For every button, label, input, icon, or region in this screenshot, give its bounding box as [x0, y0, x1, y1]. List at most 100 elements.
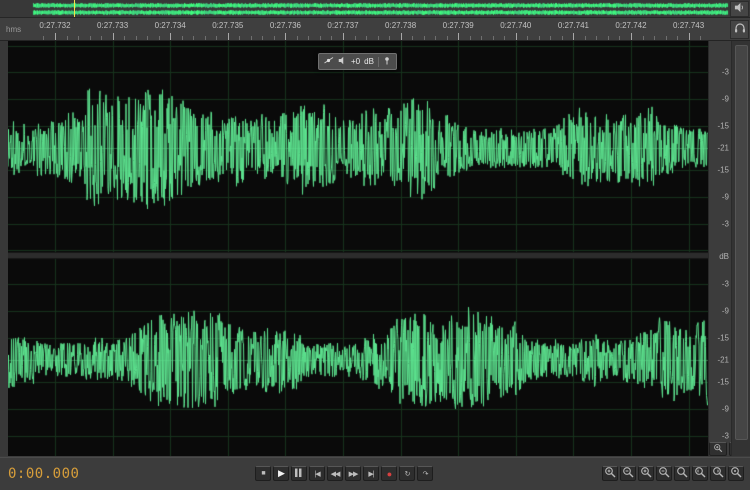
ruler-tick-mark: [216, 36, 217, 40]
status-bar: 0:00.000 ■ ▶ ▌▌ |◀ ◀◀ ▶▶ ▶| ● ↻ ↷: [0, 457, 750, 490]
ruler-tick-mark: [493, 36, 494, 40]
pause-icon: ▌▌: [295, 470, 303, 477]
ruler-tick-mark: [308, 36, 309, 40]
vertical-scrollbar-thumb[interactable]: [735, 45, 748, 440]
ruler-tick-mark: [136, 36, 137, 40]
hud-divider: [378, 57, 379, 67]
skip-selection-button[interactable]: ↷: [417, 466, 433, 481]
rewind-icon: ◀◀: [331, 470, 340, 478]
play-button[interactable]: ▶: [273, 466, 289, 481]
loop-playback-button[interactable]: ↻: [399, 466, 415, 481]
zoom-out-amplitude-button[interactable]: [656, 466, 672, 481]
go-to-start-icon: |◀: [314, 470, 319, 478]
magnifier-icon: [730, 465, 743, 483]
skip-selection-icon: ↷: [423, 470, 428, 478]
ruler-tick-mark: [585, 36, 586, 40]
fast-forward-icon: ▶▶: [349, 470, 358, 478]
transport-controls: ■ ▶ ▌▌ |◀ ◀◀ ▶▶ ▶| ● ↻ ↷: [255, 466, 433, 481]
ruler-tick-mark: [124, 36, 125, 40]
db-scale-label: -15: [717, 378, 729, 387]
speaker-icon: [734, 0, 745, 18]
ruler-tick-mark: [654, 36, 655, 40]
db-scale-label: -15: [717, 166, 729, 175]
ruler-tick-label: 0:27.732: [39, 21, 70, 30]
zoom-out-time-button[interactable]: [620, 466, 636, 481]
ruler-tick-mark: [458, 33, 459, 40]
pin-hud-icon[interactable]: [383, 56, 391, 67]
ruler-tick-mark: [378, 36, 379, 40]
ruler-tick-mark: [182, 36, 183, 40]
fader-icon: [324, 56, 334, 67]
ruler-tick-mark: [412, 36, 413, 40]
ruler-tick-mark: [666, 36, 667, 40]
fast-forward-button[interactable]: ▶▶: [345, 466, 361, 481]
go-to-end-button[interactable]: ▶|: [363, 466, 379, 481]
db-scale-label: -3: [722, 68, 729, 77]
amplitude-zoom-in-button[interactable]: [709, 442, 727, 456]
monitor-button[interactable]: [730, 20, 749, 39]
db-scale-label: -15: [717, 122, 729, 131]
record-button[interactable]: ●: [381, 466, 397, 481]
ruler-tick-mark: [389, 36, 390, 40]
ruler-tick-mark: [274, 36, 275, 40]
ruler-tick-label: 0:27.741: [558, 21, 589, 30]
ruler-tick-mark: [504, 36, 505, 40]
zoom-controls: [602, 466, 744, 481]
play-icon: ▶: [278, 468, 284, 479]
ruler-tick-mark: [401, 33, 402, 40]
ruler-tick-mark: [228, 33, 229, 40]
ruler-tick-mark: [573, 33, 574, 40]
ruler-tick-mark: [251, 36, 252, 40]
ruler-tick-label: 0:27.739: [443, 21, 474, 30]
ruler-tick-mark: [643, 36, 644, 40]
output-button[interactable]: [730, 1, 749, 17]
db-scale-label: -3: [722, 280, 729, 289]
magnifier-icon: [604, 465, 617, 483]
stop-button[interactable]: ■: [255, 466, 271, 481]
zoom-full-button[interactable]: [728, 466, 744, 481]
gain-unit: dB: [364, 57, 374, 66]
zoom-in-point-button[interactable]: [692, 466, 708, 481]
record-icon: ●: [387, 469, 391, 479]
ruler-tick-mark: [285, 33, 286, 40]
ruler-tick-mark: [527, 36, 528, 40]
overview-navigator[interactable]: [0, 0, 750, 18]
gain-hud[interactable]: +0 dB: [318, 53, 397, 70]
playhead-marker[interactable]: [74, 0, 75, 17]
zoom-in-time-button[interactable]: [602, 466, 618, 481]
ruler-tick-mark: [170, 33, 171, 40]
ruler-tick-mark: [631, 33, 632, 40]
ruler-tick-mark: [516, 33, 517, 40]
time-display[interactable]: 0:00.000: [8, 466, 79, 482]
magnifier-icon: [676, 465, 689, 483]
amplitude-unit-label: dB: [719, 252, 729, 261]
ruler-tick-mark: [147, 36, 148, 40]
magnifier-icon: [694, 465, 707, 483]
magnifier-icon: [640, 465, 653, 483]
zoom-to-selection-button[interactable]: [674, 466, 690, 481]
ruler-tick-mark: [424, 36, 425, 40]
db-scale-label: -9: [722, 95, 729, 104]
ruler-tick-mark: [193, 36, 194, 40]
pause-button[interactable]: ▌▌: [291, 466, 307, 481]
gain-value[interactable]: +0: [351, 57, 360, 66]
overview-waveform[interactable]: [0, 0, 750, 17]
go-to-start-button[interactable]: |◀: [309, 466, 325, 481]
timeline-ruler[interactable]: hms 0:27.7320:27.7330:27.7340:27.7350:27…: [0, 18, 750, 41]
ruler-tick-mark: [343, 33, 344, 40]
ruler-tick-label: 0:27.734: [155, 21, 186, 30]
waveform-display[interactable]: [8, 41, 708, 456]
vertical-scrollbar[interactable]: [731, 41, 750, 456]
zoom-in-amplitude-button[interactable]: [638, 466, 654, 481]
speaker-icon: [338, 56, 347, 67]
ruler-tick-label: 0:27.743: [673, 21, 704, 30]
ruler-tick-mark: [596, 36, 597, 40]
rewind-button[interactable]: ◀◀: [327, 466, 343, 481]
magnifier-icon: [712, 465, 725, 483]
go-to-end-icon: ▶|: [368, 470, 373, 478]
amplitude-scale[interactable]: dB -3-9-15-21-15-9-3-3-9-15-21-15-9-3: [708, 41, 732, 456]
ruler-tick-label: 0:27.735: [212, 21, 243, 30]
ruler-tick-mark: [331, 36, 332, 40]
zoom-out-point-button[interactable]: [710, 466, 726, 481]
ruler-tick-mark: [262, 36, 263, 40]
